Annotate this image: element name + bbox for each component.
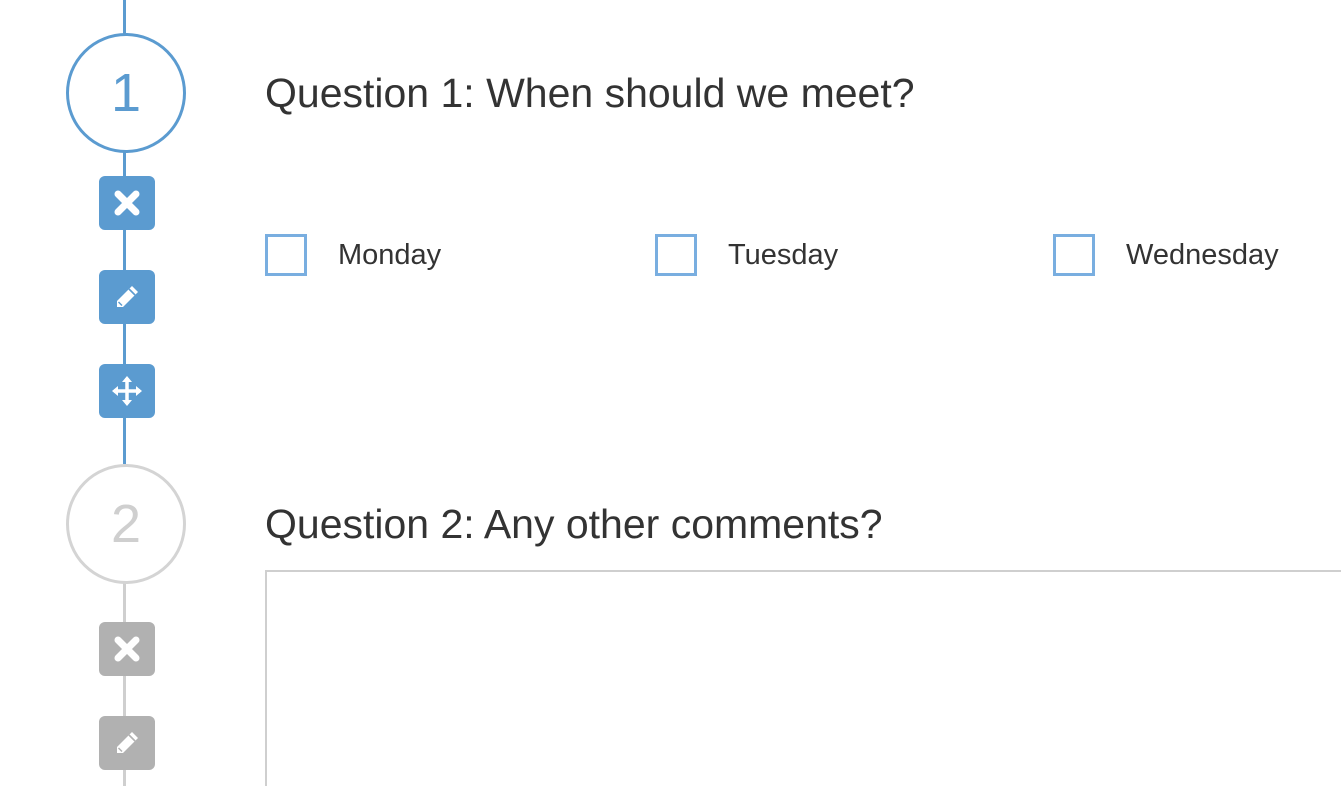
question-2-title: Question 2: Any other comments? (265, 501, 883, 547)
delete-question-2-button[interactable] (99, 622, 155, 676)
option-label-monday: Monday (338, 238, 442, 271)
question-1-title: Question 1: When should we meet? (265, 70, 915, 116)
option-tuesday[interactable]: Tuesday (655, 234, 838, 276)
pencil-icon (117, 732, 138, 753)
option-label-wednesday: Wednesday (1126, 238, 1279, 271)
comments-textarea[interactable] (265, 570, 1341, 786)
option-monday[interactable]: Monday (265, 234, 441, 276)
checkbox-wednesday[interactable] (1053, 234, 1095, 276)
times-icon (114, 190, 140, 216)
delete-question-1-button[interactable] (99, 176, 155, 230)
move-question-1-button[interactable] (99, 364, 155, 418)
edit-question-2-button[interactable] (99, 716, 155, 770)
checkbox-tuesday[interactable] (655, 234, 697, 276)
option-wednesday[interactable]: Wednesday (1053, 234, 1279, 276)
option-label-tuesday: Tuesday (728, 238, 839, 271)
step-2-circle[interactable]: 2 (66, 464, 186, 584)
edit-question-1-button[interactable] (99, 270, 155, 324)
step-1-circle[interactable]: 1 (66, 33, 186, 153)
survey-editor: 1 Question 1: When should we meet? Monda… (0, 0, 1341, 786)
checkbox-monday[interactable] (265, 234, 307, 276)
times-icon (114, 636, 140, 662)
pencil-icon (117, 286, 138, 307)
arrows-move-icon (112, 376, 142, 406)
